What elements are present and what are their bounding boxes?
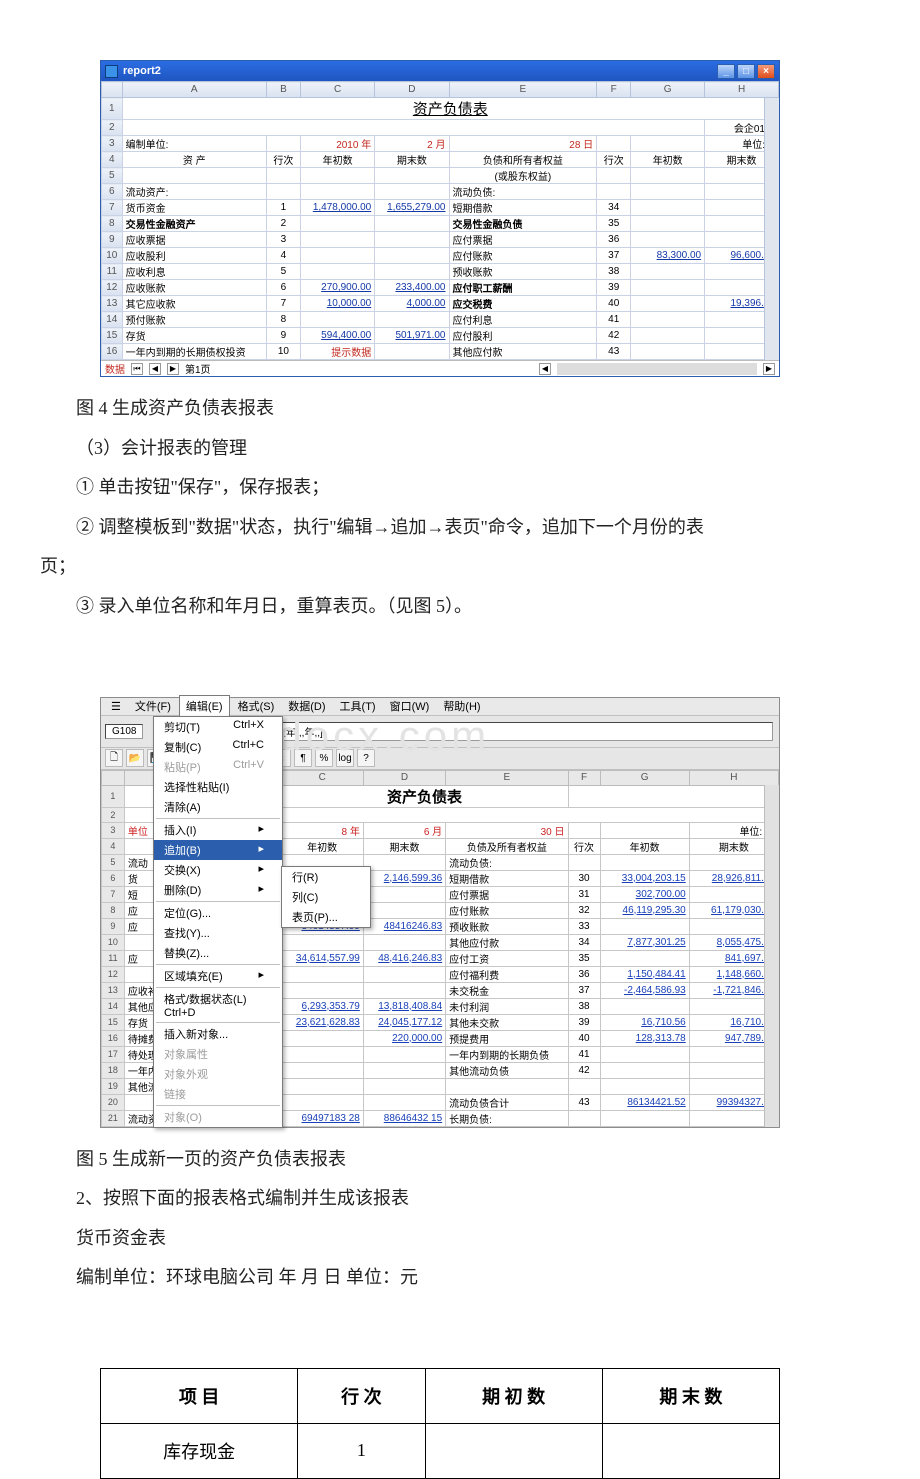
paragraph: 页； — [40, 547, 880, 587]
column-headers: A B C D E F G H — [102, 82, 779, 98]
menu-item[interactable]: 替换(Z)... — [154, 943, 282, 963]
paragraph: ① 单击按钮"保存"，保存报表； — [40, 468, 880, 508]
paragraph-icon[interactable]: ¶ — [294, 749, 312, 767]
table-row[interactable]: 15存货9594,400.00501,971.00应付股利42 — [102, 328, 779, 344]
first-page-icon[interactable]: ⏮ — [131, 363, 143, 375]
app-icon — [105, 65, 118, 78]
menu-format[interactable]: 格式(S) — [232, 696, 281, 716]
prev-page-icon[interactable]: ◀ — [149, 363, 161, 375]
submenu-item[interactable]: 列(C) — [282, 887, 370, 907]
table-row[interactable]: 10应收股利4应付账款3783,300.0096,600.00 — [102, 248, 779, 264]
submenu-item[interactable]: 表页(P)... — [282, 907, 370, 927]
menu-item[interactable]: 区域填充(E)▸ — [154, 966, 282, 986]
window-title: report2 — [123, 65, 717, 77]
table-row[interactable]: 16一年内到期的长期债权投资10提示数据其他应付款43 — [102, 344, 779, 360]
figure-4-caption: 图 4 生成资产负债表报表 — [40, 389, 880, 429]
submenu-item[interactable]: 行(R) — [282, 867, 370, 887]
paragraph: 编制单位：环球电脑公司 年 月 日 单位：元 — [40, 1258, 880, 1298]
menu-item[interactable]: 插入新对象... — [154, 1024, 282, 1044]
menu-item[interactable]: 剪切(T)Ctrl+X — [154, 717, 282, 737]
menu-item[interactable]: 清除(A) — [154, 797, 282, 817]
figure-5-caption: 图 5 生成新一页的资产负债表报表 — [40, 1140, 880, 1180]
table-row[interactable]: 12应收账款6270,900.00233,400.00应付职工薪酬39 — [102, 280, 779, 296]
table-row[interactable]: 7货币资金11,478,000.001,655,279.00短期借款34 — [102, 200, 779, 216]
editor-window: ☰ 文件(F) 编辑(E) 格式(S) 数据(D) 工具(T) 窗口(W) 帮助… — [100, 697, 780, 1128]
menu-help[interactable]: 帮助(H) — [437, 696, 486, 716]
sheet-tabs[interactable]: 数据 ⏮ ◀ ▶ 第1页 ◀ ▶ — [101, 360, 779, 376]
menu-item[interactable]: 格式/数据状态(L) Ctrl+D — [154, 989, 282, 1021]
menu-edit[interactable]: 编辑(E) — [179, 695, 230, 717]
new-icon[interactable]: 🗋 — [105, 749, 123, 767]
menu-data[interactable]: 数据(D) — [282, 696, 331, 716]
help-icon[interactable]: ? — [357, 749, 375, 767]
menu-window[interactable]: 窗口(W) — [384, 696, 436, 716]
next-page-icon[interactable]: ▶ — [167, 363, 179, 375]
table-row[interactable]: 6流动资产:流动负债: — [102, 184, 779, 200]
paragraph: 货币资金表 — [40, 1219, 880, 1259]
open-icon[interactable]: 📂 — [126, 749, 144, 767]
close-button[interactable]: × — [757, 64, 775, 79]
menu-file[interactable]: 文件(F) — [129, 696, 177, 716]
menu-item[interactable]: 选择性粘贴(I) — [154, 777, 282, 797]
menu-item: 链接 — [154, 1084, 282, 1104]
table-row[interactable]: 13其它应收款710,000.004,000.00应交税费4019,396.00 — [102, 296, 779, 312]
paragraph: ② 调整模板到"数据"状态，执行"编辑→追加→表页"命令，追加下一个月份的表 — [40, 508, 880, 548]
menu-item[interactable]: 删除(D)▸ — [154, 880, 282, 900]
currency-funds-table: 项 目 行 次 期 初 数 期 末 数 库存现金 1 — [100, 1368, 780, 1479]
menu-item[interactable]: 定位(G)... — [154, 903, 282, 923]
table-row[interactable]: 8交易性金融资产2交易性金融负债35 — [102, 216, 779, 232]
append-submenu[interactable]: 行(R)列(C)表页(P)... — [281, 866, 371, 928]
sheet-title: 资产负债表 — [122, 98, 778, 120]
menu-item[interactable]: 追加(B)▸ — [154, 840, 282, 860]
percent-icon[interactable]: % — [315, 749, 333, 767]
table-row[interactable]: 14预付账款8应付利息41 — [102, 312, 779, 328]
spreadsheet-grid[interactable]: A B C D E F G H 1资产负债表 2会企01表 3 编制单位: 20… — [101, 81, 779, 376]
app-menu-icon[interactable]: ☰ — [105, 698, 127, 715]
minimize-button[interactable]: _ — [717, 64, 735, 79]
table-row[interactable]: 9应收票据3应付票据36 — [102, 232, 779, 248]
menu-item[interactable]: 插入(I)▸ — [154, 820, 282, 840]
scroll-left-icon[interactable]: ◀ — [539, 363, 551, 375]
table-row: 库存现金 1 — [101, 1423, 780, 1478]
menu-bar[interactable]: ☰ 文件(F) 编辑(E) 格式(S) 数据(D) 工具(T) 窗口(W) 帮助… — [101, 698, 779, 716]
table-row[interactable]: 11应收利息5预收账款38 — [102, 264, 779, 280]
menu-item[interactable]: 交换(X)▸ — [154, 860, 282, 880]
menu-item[interactable]: 查找(Y)... — [154, 923, 282, 943]
vertical-scrollbar[interactable] — [764, 98, 779, 360]
cell-reference[interactable]: G108 — [105, 724, 143, 739]
formula-bar[interactable]: "2181",全年,,,年,,] — [237, 722, 773, 741]
title-bar[interactable]: report2 _ □ × — [101, 61, 779, 81]
edit-dropdown[interactable]: 剪切(T)Ctrl+X复制(C)Ctrl+C粘贴(P)Ctrl+V选择性粘贴(I… — [153, 716, 283, 1128]
paragraph: ③ 录入单位名称和年月日，重算表页。（见图 5）。 — [40, 587, 880, 627]
menu-item: 粘贴(P)Ctrl+V — [154, 757, 282, 777]
paragraph: 2、按照下面的报表格式编制并生成该报表 — [40, 1179, 880, 1219]
paragraph: （3）会计报表的管理 — [40, 429, 880, 469]
scroll-right-icon[interactable]: ▶ — [763, 363, 775, 375]
menu-item: 对象(O) — [154, 1107, 282, 1127]
menu-tools[interactable]: 工具(T) — [334, 696, 382, 716]
menu-item: 对象属性 — [154, 1044, 282, 1064]
maximize-button[interactable]: □ — [737, 64, 755, 79]
sheet-title: 资产负债表 — [281, 785, 568, 807]
vertical-scrollbar[interactable] — [764, 785, 779, 1127]
log-icon[interactable]: log — [336, 749, 354, 767]
report-window: report2 _ □ × A B C D E F G H 1资产负债表 2会企… — [100, 60, 780, 377]
menu-item[interactable]: 复制(C)Ctrl+C — [154, 737, 282, 757]
menu-item: 对象外观 — [154, 1064, 282, 1084]
table-header-row: 项 目 行 次 期 初 数 期 末 数 — [101, 1368, 780, 1423]
